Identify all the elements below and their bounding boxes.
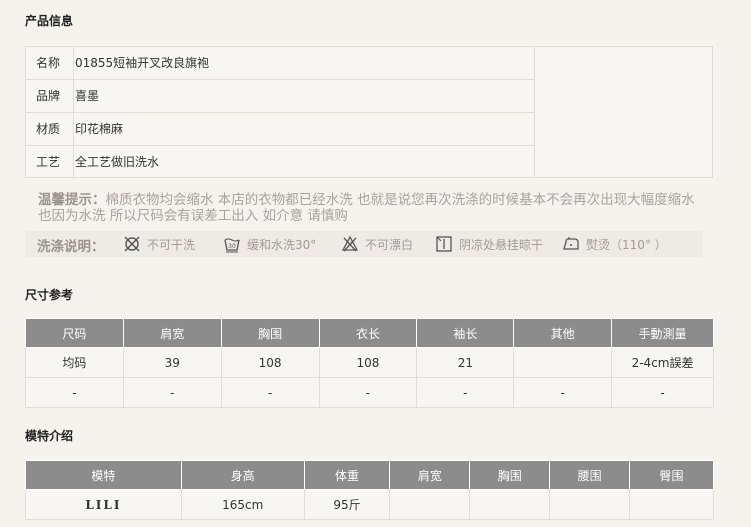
table-header: 模特 xyxy=(25,460,182,490)
info-row-name: 名称 01855短袖开叉改良旗袍 xyxy=(26,47,534,80)
table-cell: 2-4cm誤差 xyxy=(611,347,714,378)
model-table: 模特 身高 体重 肩宽 胸围 腰围 臀围 LILI 165cm 95斤 xyxy=(25,460,714,520)
table-header: 衣长 xyxy=(318,318,418,348)
info-value: 01855短袖开叉改良旗袍 xyxy=(75,56,210,70)
table-row: - - - - - - - xyxy=(25,377,714,408)
table-row: 均码 39 108 108 21 2-4cm誤差 xyxy=(25,347,714,378)
wash-item-gentle-wash: 30 缓和水洗30° xyxy=(223,235,316,253)
table-cell: - xyxy=(513,377,613,408)
wash-item-no-bleach: 不可漂白 xyxy=(341,235,413,253)
wash-label: 熨烫（110° ） xyxy=(586,237,667,252)
info-value: 印花棉麻 xyxy=(75,122,124,136)
table-cell: 39 xyxy=(122,347,222,378)
info-key: 品牌 xyxy=(26,80,74,112)
table-header: 身高 xyxy=(180,460,305,490)
table-cell: 108 xyxy=(318,347,418,378)
table-header-row: 模特 身高 体重 肩宽 胸围 腰围 臀围 xyxy=(25,460,714,490)
table-cell: 95斤 xyxy=(303,489,391,520)
wash-item-iron: 熨烫（110° ） xyxy=(562,235,667,253)
care-tip-text: 棉质衣物均会缩水 本店的衣物都已经水洗 也就是说您再次洗涤的时候基本不会再次出现… xyxy=(38,192,695,224)
care-tip-label: 温馨提示： xyxy=(38,192,106,208)
section-title-size-ref: 尺寸参考 xyxy=(25,288,74,302)
table-cell xyxy=(469,489,551,520)
svg-text:30: 30 xyxy=(228,243,236,250)
wash-instructions: 洗涤说明： 不可干洗 30 缓和水洗30° 不可漂白 阴凉处悬挂晾干 熨烫（11… xyxy=(25,231,703,257)
table-cell xyxy=(549,489,631,520)
no-bleach-icon xyxy=(341,235,359,252)
table-cell xyxy=(629,489,714,520)
wash-title: 洗涤说明： xyxy=(37,239,105,255)
table-header: 肩宽 xyxy=(122,318,222,348)
table-cell xyxy=(513,347,613,378)
table-cell: - xyxy=(122,377,222,408)
table-header: 手動測量 xyxy=(611,318,714,348)
info-row-brand: 品牌 喜墨 xyxy=(26,80,534,113)
table-header: 肩宽 xyxy=(389,460,471,490)
table-header: 胸围 xyxy=(220,318,320,348)
info-key: 材质 xyxy=(26,113,74,145)
table-header: 其他 xyxy=(513,318,613,348)
table-header: 臀围 xyxy=(629,460,714,490)
table-cell-model-name: LILI xyxy=(25,489,182,520)
table-cell: 165cm xyxy=(180,489,305,520)
product-info-table: 名称 01855短袖开叉改良旗袍 品牌 喜墨 材质 印花棉麻 工艺 全工艺做旧洗… xyxy=(25,46,713,179)
table-header: 胸围 xyxy=(469,460,551,490)
no-dry-clean-icon xyxy=(124,236,140,252)
size-table: 尺码 肩宽 胸围 衣长 袖长 其他 手動測量 均码 39 108 108 21 … xyxy=(25,318,714,408)
table-row: LILI 165cm 95斤 xyxy=(25,489,714,520)
info-value: 全工艺做旧洗水 xyxy=(75,155,160,169)
table-cell: - xyxy=(611,377,714,408)
hang-dry-shade-icon xyxy=(436,236,452,252)
table-header: 腰围 xyxy=(549,460,631,490)
iron-icon xyxy=(563,237,579,250)
wash-label: 阴凉处悬挂晾干 xyxy=(459,237,544,252)
table-cell: 108 xyxy=(220,347,320,378)
table-cell: - xyxy=(220,377,320,408)
table-cell: - xyxy=(416,377,515,408)
wash-label: 不可漂白 xyxy=(365,237,414,252)
wash-item-hang-dry: 阴凉处悬挂晾干 xyxy=(435,235,543,253)
info-value: 喜墨 xyxy=(75,89,100,103)
info-row-craft: 工艺 全工艺做旧洗水 xyxy=(26,146,534,179)
table-header-row: 尺码 肩宽 胸围 衣长 袖长 其他 手動測量 xyxy=(25,318,714,348)
section-title-model-intro: 模特介绍 xyxy=(25,429,74,443)
table-cell: 均码 xyxy=(25,347,124,378)
table-header: 尺码 xyxy=(25,318,124,348)
table-cell xyxy=(389,489,471,520)
gentle-wash-30-icon: 30 xyxy=(224,238,240,253)
table-header: 袖长 xyxy=(416,318,515,348)
table-cell: - xyxy=(25,377,124,408)
divider xyxy=(534,47,535,177)
wash-label: 缓和水洗30° xyxy=(247,237,317,252)
table-cell: - xyxy=(318,377,418,408)
table-cell: 21 xyxy=(416,347,515,378)
wash-item-no-dry-clean: 不可干洗 xyxy=(123,235,195,253)
info-key: 名称 xyxy=(26,47,74,79)
info-row-material: 材质 印花棉麻 xyxy=(26,113,534,146)
table-header: 体重 xyxy=(303,460,391,490)
care-tip: 温馨提示：棉质衣物均会缩水 本店的衣物都已经水洗 也就是说您再次洗涤的时候基本不… xyxy=(38,192,698,224)
wash-label: 不可干洗 xyxy=(147,237,196,252)
info-key: 工艺 xyxy=(26,146,74,179)
section-title-product-info: 产品信息 xyxy=(25,14,74,28)
